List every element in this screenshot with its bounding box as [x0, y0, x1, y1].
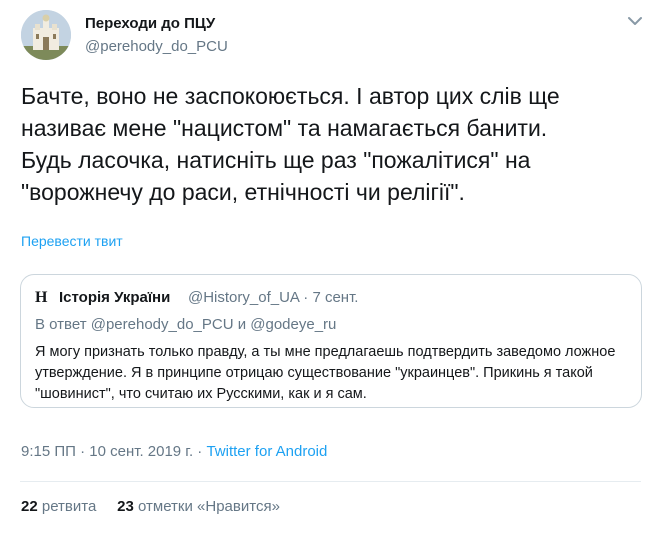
quoted-date: 7 сент. [312, 289, 359, 306]
source-link[interactable]: Twitter for Android [206, 443, 327, 460]
avatar[interactable] [21, 10, 71, 60]
tweet-timestamp-line: 9:15 ПП · 10 сент. 2019 г. · Twitter for… [21, 443, 327, 460]
likes-count: 23 [117, 498, 134, 515]
retweets-stat[interactable]: 22 ретвита [21, 498, 96, 515]
quoted-author-name: Історія України [59, 289, 171, 306]
timestamp-separator: · [193, 443, 207, 460]
quoted-reply-to: В ответ @perehody_do_PCU и @godeye_ru [35, 316, 337, 333]
quoted-tweet[interactable]: H Історія України @History_of_UA · 7 сен… [20, 274, 642, 408]
quoted-avatar-logo: H [35, 289, 48, 306]
quoted-meta: @History_of_UA · 7 сент. [188, 289, 358, 306]
church-icon [21, 10, 71, 60]
translate-link[interactable]: Перевести твит [21, 233, 123, 249]
likes-label: отметки «Нравится» [138, 498, 280, 515]
chevron-down-icon[interactable] [626, 14, 644, 28]
tweet-stats: 22 ретвита 23 отметки «Нравится» [21, 498, 280, 515]
retweets-label: ретвита [41, 498, 97, 515]
likes-stat[interactable]: 23 отметки «Нравится» [117, 498, 280, 515]
tweet-card: Переходи до ПЦУ @perehody_do_PCU Бачте, … [0, 0, 661, 536]
quoted-author-handle: @History_of_UA [188, 289, 300, 306]
tweet-text: Бачте, воно не заспокоюється. І автор ци… [21, 83, 560, 205]
timestamp[interactable]: 9:15 ПП · 10 сент. 2019 г. [21, 443, 193, 460]
author-handle[interactable]: @perehody_do_PCU [85, 38, 228, 55]
divider [20, 481, 641, 482]
author-name[interactable]: Переходи до ПЦУ [85, 15, 215, 32]
quoted-text: Я могу признать только правду, а ты мне … [35, 344, 616, 402]
quoted-meta-separator: · [299, 289, 313, 306]
retweets-count: 22 [21, 498, 38, 515]
